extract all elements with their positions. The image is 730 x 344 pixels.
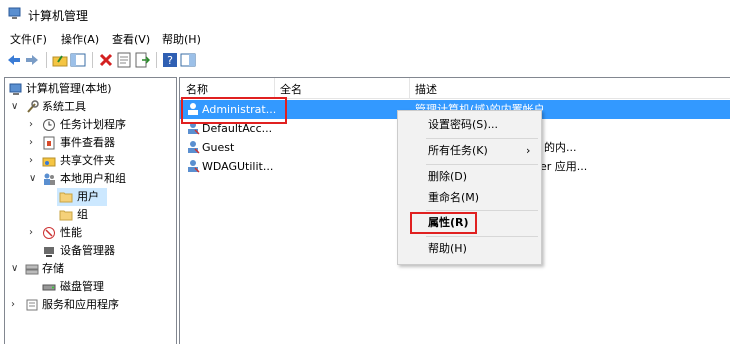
menu-item-help[interactable]: 帮助(H) xyxy=(398,239,541,259)
tree-label: 用户 xyxy=(77,190,99,203)
user-icon xyxy=(188,141,200,154)
chevron-right-icon[interactable]: › xyxy=(29,224,33,242)
computer-management-icon xyxy=(8,7,21,19)
storage-icon xyxy=(25,264,39,275)
menu-help[interactable]: 帮助(H) xyxy=(162,31,201,47)
show-action-pane-icon[interactable] xyxy=(180,52,196,68)
tree-label: 事件查看器 xyxy=(60,136,115,149)
tools-icon xyxy=(27,100,39,113)
window-title: 计算机管理 xyxy=(28,9,89,23)
tree-item-task-scheduler[interactable]: › 任务计划程序 xyxy=(7,116,175,134)
tree-item-performance[interactable]: › 性能 xyxy=(7,224,175,242)
highlight-box-administrator xyxy=(181,97,287,124)
context-menu: 设置密码(S)... 所有任务(K) › 删除(D) 重命名(M) 属性(R) … xyxy=(397,110,542,265)
tree-label: 共享文件夹 xyxy=(60,154,115,167)
folder-icon xyxy=(59,192,73,203)
chevron-right-icon[interactable]: › xyxy=(29,134,33,152)
list-header: 名称 全名 描述 xyxy=(180,78,730,99)
event-viewer-icon xyxy=(43,136,55,150)
tree-item-services-apps[interactable]: › 服务和应用程序 xyxy=(7,296,175,314)
tree-label: 设备管理器 xyxy=(60,244,115,257)
chevron-right-icon[interactable]: › xyxy=(29,116,33,134)
menu-view[interactable]: 查看(V) xyxy=(112,31,150,47)
tree-item-storage[interactable]: ∨ 存储 xyxy=(7,260,175,278)
chevron-down-icon[interactable]: ∨ xyxy=(11,260,18,278)
tree-item-system-tools[interactable]: ∨ 系统工具 xyxy=(7,98,175,116)
up-folder-icon[interactable] xyxy=(52,52,68,68)
tree-item-event-viewer[interactable]: › 事件查看器 xyxy=(7,134,175,152)
chevron-right-icon[interactable]: › xyxy=(29,152,33,170)
chevron-down-icon[interactable]: ∨ xyxy=(11,98,18,116)
title-bar: 计算机管理 xyxy=(0,0,730,28)
column-fullname[interactable]: 全名 xyxy=(280,81,302,97)
delete-icon[interactable] xyxy=(98,52,114,68)
user-description: er 应用... xyxy=(540,160,588,173)
device-manager-icon xyxy=(44,247,54,257)
tree-label: 系统工具 xyxy=(42,100,86,113)
console-tree: 计算机管理(本地) ∨ 系统工具 › 任务计划程序 › 事件查看器 › 共享文件… xyxy=(4,77,177,344)
tree-item-local-users-groups[interactable]: ∨ 本地用户和组 xyxy=(7,170,175,188)
tree-label: 计算机管理(本地) xyxy=(26,82,112,95)
export-icon[interactable] xyxy=(134,52,150,68)
menu-item-delete[interactable]: 删除(D) xyxy=(398,167,541,187)
highlight-box-properties xyxy=(410,212,477,234)
tree-label: 本地用户和组 xyxy=(60,172,126,185)
tree-label: 存储 xyxy=(42,262,64,275)
menu-item-rename[interactable]: 重命名(M) xyxy=(398,188,541,208)
menu-action[interactable]: 操作(A) xyxy=(61,31,99,47)
chevron-right-icon[interactable]: › xyxy=(11,296,15,314)
column-name[interactable]: 名称 xyxy=(186,81,208,97)
tree-label: 磁盘管理 xyxy=(60,280,104,293)
svg-text:?: ? xyxy=(167,54,173,67)
tree-label: 组 xyxy=(77,208,88,221)
toolbar: ? xyxy=(0,48,730,72)
help-icon[interactable]: ? xyxy=(162,52,178,68)
tree-item-shared-folders[interactable]: › 共享文件夹 xyxy=(7,152,175,170)
user-icon xyxy=(188,160,200,173)
clock-icon xyxy=(43,119,55,131)
disk-icon xyxy=(42,284,56,291)
shared-folder-icon xyxy=(42,157,56,167)
show-hide-tree-icon[interactable] xyxy=(70,52,86,68)
user-name: WDAGUtilit... xyxy=(202,160,274,173)
computer-management-icon xyxy=(9,83,22,95)
user-name: Guest xyxy=(202,141,235,154)
menu-bar: 文件(F) 操作(A) 查看(V) 帮助(H) xyxy=(0,29,730,47)
chevron-down-icon[interactable]: ∨ xyxy=(29,170,36,188)
chevron-right-icon: › xyxy=(526,144,531,157)
folder-icon xyxy=(59,210,73,221)
tree-item-device-manager[interactable]: 设备管理器 xyxy=(7,242,175,260)
forward-icon[interactable] xyxy=(24,52,40,68)
tree-item-users[interactable]: 用户 xyxy=(57,188,107,206)
menu-item-set-password[interactable]: 设置密码(S)... xyxy=(398,115,541,135)
properties-icon[interactable] xyxy=(116,52,132,68)
performance-icon xyxy=(43,227,55,239)
user-description: 的内... xyxy=(544,141,577,154)
tree-item-groups[interactable]: 组 xyxy=(57,206,107,224)
users-group-icon xyxy=(44,173,55,185)
menu-file[interactable]: 文件(F) xyxy=(10,31,47,47)
menu-item-all-tasks[interactable]: 所有任务(K) › xyxy=(398,141,541,161)
column-description[interactable]: 描述 xyxy=(415,81,437,97)
tree-item-root[interactable]: 计算机管理(本地) xyxy=(7,80,175,98)
tree-label: 性能 xyxy=(60,226,82,239)
tree-label: 任务计划程序 xyxy=(60,118,126,131)
tree-label: 服务和应用程序 xyxy=(42,298,119,311)
back-icon[interactable] xyxy=(6,52,22,68)
tree-item-disk-management[interactable]: 磁盘管理 xyxy=(7,278,175,296)
services-icon xyxy=(26,299,38,311)
